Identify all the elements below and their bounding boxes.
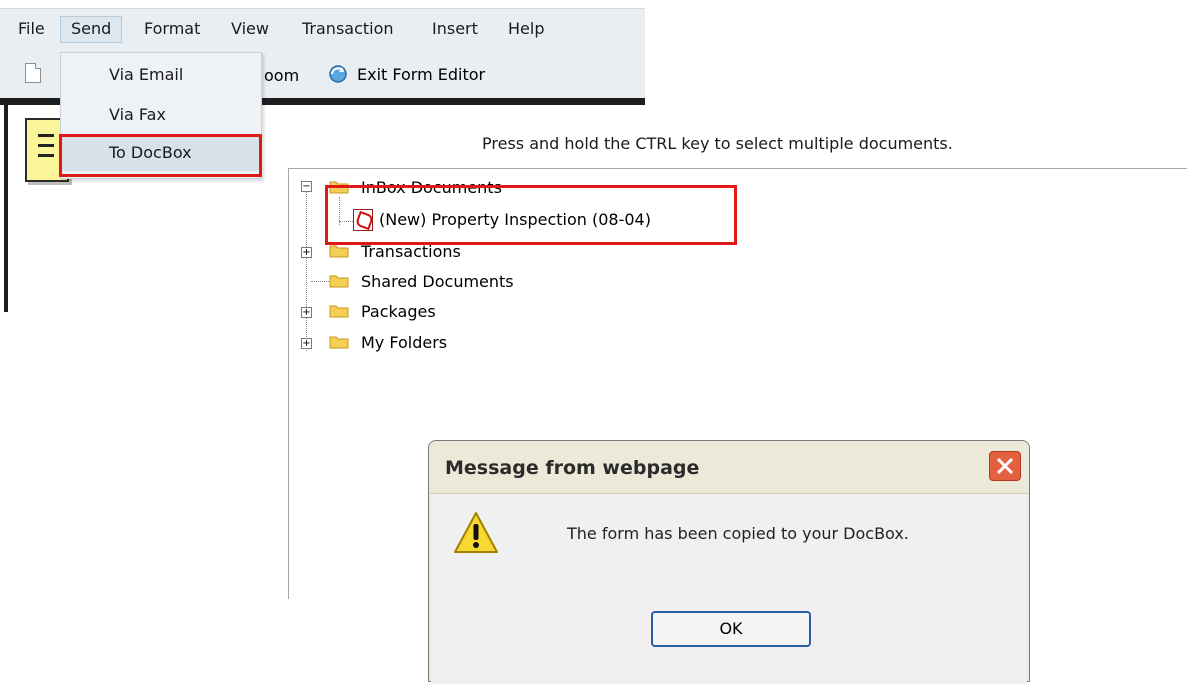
dialog-message: The form has been copied to your DocBox. (567, 524, 909, 543)
tree-node-label: Shared Documents (361, 272, 514, 291)
exit-editor-icon[interactable] (326, 64, 350, 84)
menu-insert[interactable]: Insert (432, 19, 478, 38)
menu-send[interactable]: Send (60, 16, 123, 43)
expand-icon[interactable]: + (301, 307, 312, 318)
close-button[interactable] (989, 451, 1021, 481)
new-document-icon[interactable] (25, 63, 41, 83)
zoom-button-label[interactable]: oom (264, 66, 299, 85)
menu-file[interactable]: File (18, 19, 45, 38)
menu-transaction[interactable]: Transaction (302, 19, 394, 38)
highlight-box-new-document (325, 185, 737, 245)
expand-icon[interactable]: + (301, 247, 312, 258)
editor-frame-border-left (4, 105, 8, 312)
tree-node-my-folders[interactable]: + My Folders (289, 332, 689, 354)
highlight-box-to-docbox (59, 134, 262, 177)
folder-icon (329, 305, 349, 318)
exit-form-editor-button[interactable]: Exit Form Editor (357, 65, 485, 84)
selection-hint: Press and hold the CTRL key to select mu… (482, 134, 953, 153)
folder-icon (329, 275, 349, 288)
dialog-title-bar[interactable]: Message from webpage (429, 441, 1029, 494)
warning-icon (454, 512, 498, 553)
tree-node-shared-documents[interactable]: Shared Documents (289, 271, 689, 293)
tree-node-label: My Folders (361, 333, 448, 352)
message-dialog: Message from webpage The form has been c… (428, 440, 1030, 684)
tree-node-packages[interactable]: + Packages (289, 301, 689, 323)
close-icon (996, 457, 1014, 475)
folder-icon (329, 336, 349, 349)
menu-item-via-fax[interactable]: Via Fax (109, 105, 166, 124)
tree-node-label: Packages (361, 302, 436, 321)
expand-icon[interactable]: + (301, 338, 312, 349)
collapse-icon[interactable]: − (301, 181, 312, 192)
menu-bar: File Send Format View Transaction Insert… (0, 8, 645, 53)
folder-icon (329, 245, 349, 258)
menu-view[interactable]: View (231, 19, 269, 38)
menu-item-via-email[interactable]: Via Email (109, 65, 183, 84)
dialog-body: The form has been copied to your DocBox.… (431, 494, 1027, 684)
menu-format[interactable]: Format (144, 19, 200, 38)
ok-button[interactable]: OK (651, 611, 811, 647)
menu-help[interactable]: Help (508, 19, 544, 38)
dialog-title: Message from webpage (445, 457, 700, 479)
